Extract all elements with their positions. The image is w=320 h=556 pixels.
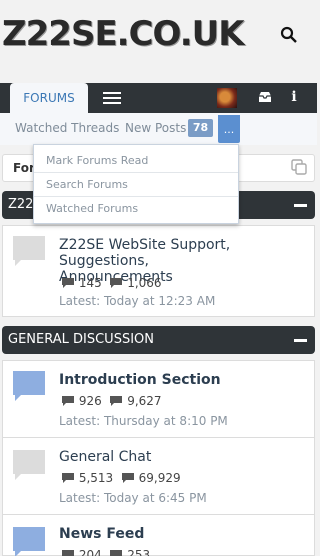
message-count: 9,627 <box>127 394 162 408</box>
message-count: 69,929 <box>138 471 181 485</box>
latest-post[interactable]: Latest: Thursday at 8:10 PM <box>59 414 228 428</box>
forum-title[interactable]: Introduction Section <box>59 372 221 388</box>
tab-forums[interactable]: FORUMS <box>10 83 88 113</box>
forum-node[interactable]: General Chat 5,513 69,929 Latest: Today … <box>2 437 315 515</box>
forum-read-icon <box>13 450 45 480</box>
messages-icon <box>110 550 123 556</box>
menu-icon[interactable] <box>103 92 121 106</box>
message-count: 1,066 <box>127 276 162 290</box>
forum-node[interactable]: Z22SE WebSite Support, Suggestions, Anno… <box>2 225 315 317</box>
forum-read-icon <box>13 236 45 266</box>
forum-stats: 204 253 <box>61 548 150 556</box>
inbox-icon[interactable] <box>258 91 272 103</box>
divider <box>34 172 238 173</box>
alerts-icon[interactable]: i <box>290 89 298 105</box>
divider <box>34 196 238 197</box>
sub-nav: Watched Threads New Posts <box>0 113 317 145</box>
thread-count: 926 <box>78 394 102 408</box>
forum-stats: 145 1,066 <box>61 276 162 290</box>
forum-stats: 5,513 69,929 <box>61 471 181 485</box>
search-icon[interactable] <box>280 26 298 44</box>
forum-unread-icon <box>13 527 45 556</box>
collapse-icon[interactable] <box>294 204 307 207</box>
main-nav: FORUMS i <box>0 83 317 113</box>
threads-icon <box>62 278 74 288</box>
forum-title[interactable]: General Chat <box>59 449 151 465</box>
watched-forums-item[interactable]: Watched Forums <box>46 202 138 215</box>
latest-post[interactable]: Latest: Today at 12:23 AM <box>59 294 215 308</box>
forum-title[interactable]: News Feed <box>59 526 144 542</box>
category-header[interactable]: GENERAL DISCUSSION <box>2 326 315 354</box>
threads-icon <box>62 396 74 406</box>
messages-icon <box>110 278 123 288</box>
thread-count: 204 <box>78 548 102 556</box>
forum-unread-icon <box>13 371 45 401</box>
threads-icon <box>62 550 74 556</box>
copy-icon[interactable] <box>291 159 307 175</box>
new-posts-link[interactable]: New Posts <box>125 121 186 135</box>
header: Z22SE.CO.UK <box>0 0 317 80</box>
avatar[interactable] <box>217 88 237 108</box>
forum-node[interactable]: Introduction Section 926 9,627 Latest: T… <box>2 360 315 438</box>
thread-count: 5,513 <box>78 471 114 485</box>
mark-forums-read-item[interactable]: Mark Forums Read <box>46 154 148 167</box>
threads-icon <box>62 473 74 483</box>
search-forums-item[interactable]: Search Forums <box>46 178 128 191</box>
more-menu-button[interactable]: ... <box>218 115 240 143</box>
messages-icon <box>110 396 123 406</box>
messages-icon <box>121 473 134 483</box>
latest-post[interactable]: Latest: Today at 6:45 PM <box>59 491 207 505</box>
more-menu-dropdown: Mark Forums Read Search Forums Watched F… <box>33 144 239 224</box>
watched-threads-link[interactable]: Watched Threads <box>15 121 119 135</box>
new-posts-count-badge[interactable]: 78 <box>188 119 213 137</box>
thread-count: 145 <box>78 276 102 290</box>
forum-node[interactable]: News Feed 204 253 <box>2 514 315 556</box>
filter-label: For <box>13 161 35 175</box>
forum-stats: 926 9,627 <box>61 394 162 408</box>
collapse-icon[interactable] <box>294 339 307 342</box>
category-title: GENERAL DISCUSSION <box>8 332 154 347</box>
site-logo[interactable]: Z22SE.CO.UK <box>2 14 245 54</box>
message-count: 253 <box>127 548 151 556</box>
